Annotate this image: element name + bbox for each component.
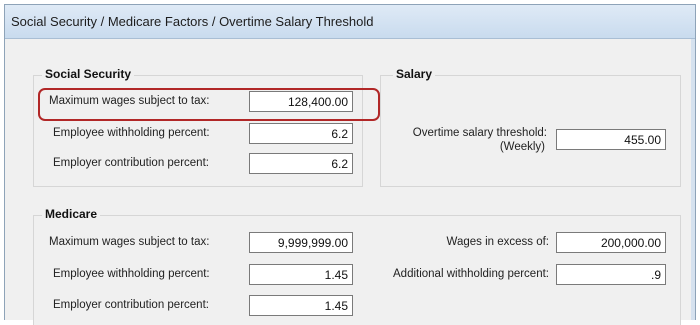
ss-employee-withholding-field[interactable]: 6.2: [249, 123, 353, 144]
medicare-employee-withholding-label: Employee withholding percent:: [53, 268, 210, 280]
medicare-max-wages-field[interactable]: 9,999,999.00: [249, 232, 353, 253]
additional-withholding-field[interactable]: .9: [556, 264, 666, 285]
highlight-box: [38, 88, 380, 121]
overtime-threshold-field[interactable]: 455.00: [556, 129, 666, 150]
ss-employee-withholding-label: Employee withholding percent:: [53, 127, 210, 139]
overtime-threshold-label: Overtime salary threshold:: [412, 127, 547, 139]
medicare-max-wages-label: Maximum wages subject to tax:: [49, 236, 210, 248]
social-security-title: Social Security: [42, 67, 135, 81]
medicare-title: Medicare: [42, 207, 101, 221]
ss-employer-contribution-label: Employer contribution percent:: [53, 157, 209, 169]
window-edge: [691, 39, 695, 320]
ss-employer-contribution-field[interactable]: 6.2: [249, 153, 353, 174]
title-bar[interactable]: Social Security / Medicare Factors / Ove…: [5, 5, 695, 39]
wages-excess-label: Wages in excess of:: [446, 236, 549, 248]
salary-title: Salary: [393, 67, 436, 81]
medicare-employee-withholding-field[interactable]: 1.45: [249, 264, 353, 285]
additional-withholding-label: Additional withholding percent:: [393, 268, 549, 280]
medicare-employer-contribution-label: Employer contribution percent:: [53, 299, 209, 311]
window-title: Social Security / Medicare Factors / Ove…: [11, 14, 374, 29]
overtime-threshold-sublabel: (Weekly): [499, 141, 545, 153]
wages-excess-field[interactable]: 200,000.00: [556, 232, 666, 253]
medicare-employer-contribution-field[interactable]: 1.45: [249, 295, 353, 316]
dialog-window: Social Security / Medicare Factors / Ove…: [4, 4, 696, 325]
